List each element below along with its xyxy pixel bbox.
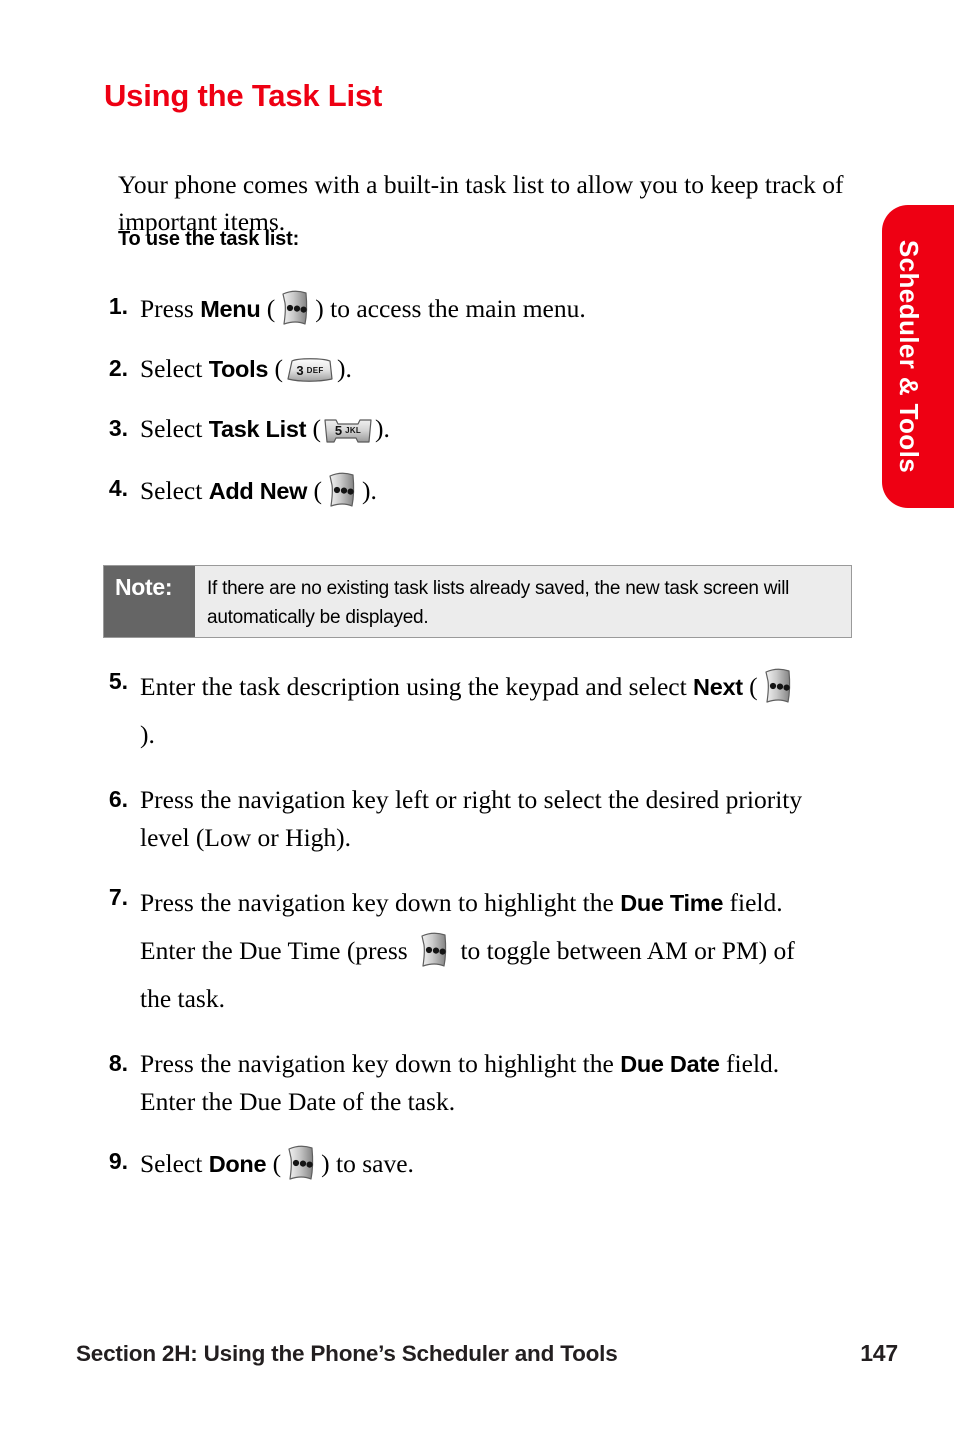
step-text-pre: Select (140, 414, 209, 443)
step-text-pre: Press the navigation key down to highlig… (140, 888, 621, 917)
step-text-mid: ( (266, 1149, 282, 1178)
step-text-mid: ( (306, 414, 322, 443)
step-number: 9. (108, 1148, 128, 1174)
step-text-mid: ( (307, 476, 323, 505)
softkey-menu-icon (282, 1143, 320, 1183)
list-item: 7. Press the navigation key down to high… (0, 879, 954, 1023)
keypad-3-def-icon: 3 DEF (284, 357, 336, 385)
step-number: 5. (108, 668, 128, 694)
step-number: 6. (108, 786, 128, 812)
step-text-post: ). (336, 354, 352, 383)
step-ui-label: Next (693, 674, 743, 700)
step-text: Select Add New (). (140, 470, 805, 510)
step-text-pre: Select (140, 1149, 209, 1178)
step-number: 7. (108, 884, 128, 910)
step-number: 2. (108, 355, 128, 381)
step-text-pre: Press the navigation key left or right t… (140, 785, 803, 852)
step-ui-label: Task List (208, 416, 307, 442)
steps-list-before-note: 1. Press Menu ( ) to access the main menu… (0, 288, 954, 532)
step-text: Press Menu ( ) to access the main menu. (140, 288, 805, 328)
step-text: Select Tools (3 DEF). (140, 350, 805, 388)
step-text-post: ) to access the main menu. (315, 294, 586, 323)
list-item: 3. Select Task List (5 JKL). (0, 410, 954, 448)
step-number: 1. (108, 293, 128, 319)
subheading: To use the task list: (118, 228, 300, 250)
step-ui-label: Tools (208, 356, 269, 382)
list-item: 9. Select Done ( ) to save. (0, 1143, 954, 1183)
step-text-mid: ( (268, 354, 283, 383)
softkey-menu-icon (276, 288, 314, 328)
step-text: Press the navigation key down to highlig… (140, 1045, 805, 1121)
note-callout: Note: If there are no existing task list… (103, 565, 852, 638)
list-item: 6. Press the navigation key left or righ… (0, 781, 954, 857)
step-text-post: ) to save. (321, 1149, 414, 1178)
step-text-post: ). (362, 476, 377, 505)
step-ui-label: Add New (208, 478, 308, 504)
list-item: 1. Press Menu ( ) to access the main menu… (0, 288, 954, 328)
step-number: 4. (108, 475, 128, 501)
step-text: Select Done ( ) to save. (140, 1143, 805, 1183)
list-item: 5. Enter the task description using the … (0, 663, 954, 759)
list-item: 4. Select Add New (). (0, 470, 954, 510)
note-text: If there are no existing task lists alre… (195, 566, 851, 637)
softkey-menu-icon (323, 470, 361, 510)
list-item: 8. Press the navigation key down to high… (0, 1045, 954, 1121)
step-text-post: ). (375, 414, 390, 443)
step-number: 8. (108, 1050, 128, 1076)
step-text: Press the navigation key left or right t… (140, 781, 805, 857)
page-title: Using the Task List (104, 78, 383, 113)
step-text-pre: Press (140, 294, 201, 323)
step-ui-label: Done (208, 1151, 267, 1177)
step-ui-label: Due Date (620, 1051, 720, 1077)
step-text-pre: Select (140, 354, 209, 383)
step-ui-label: Menu (200, 296, 261, 322)
footer-section-label: Section 2H: Using the Phone’s Scheduler … (76, 1341, 618, 1366)
step-text-mid: ( (260, 294, 276, 323)
step-text-pre: Select (140, 476, 209, 505)
manual-page: Scheduler & Tools Using the Task List Yo… (0, 0, 954, 1431)
footer-page-number: 147 (860, 1340, 898, 1366)
step-text-pre: Press the navigation key down to highlig… (140, 1049, 621, 1078)
list-item: 2. Select Tools (3 DEF). (0, 350, 954, 388)
page-footer: Section 2H: Using the Phone’s Scheduler … (76, 1340, 898, 1367)
step-ui-label: Due Time (620, 890, 724, 916)
note-label: Note: (104, 566, 195, 637)
step-text: Enter the task description using the key… (140, 663, 805, 759)
softkey-menu-icon (759, 666, 797, 706)
steps-list-after-note: 5. Enter the task description using the … (0, 663, 954, 1205)
step-text: Press the navigation key down to highlig… (140, 879, 805, 1023)
step-number: 3. (108, 415, 128, 441)
step-text-mid: ( (742, 672, 758, 701)
step-text-post: ). (140, 720, 155, 749)
step-text: Select Task List (5 JKL). (140, 410, 805, 448)
step-text-pre: Enter the task description using the key… (140, 672, 694, 701)
softkey-menu-icon (415, 930, 453, 970)
keypad-5-jkl-icon: 5 JKL (322, 417, 374, 445)
